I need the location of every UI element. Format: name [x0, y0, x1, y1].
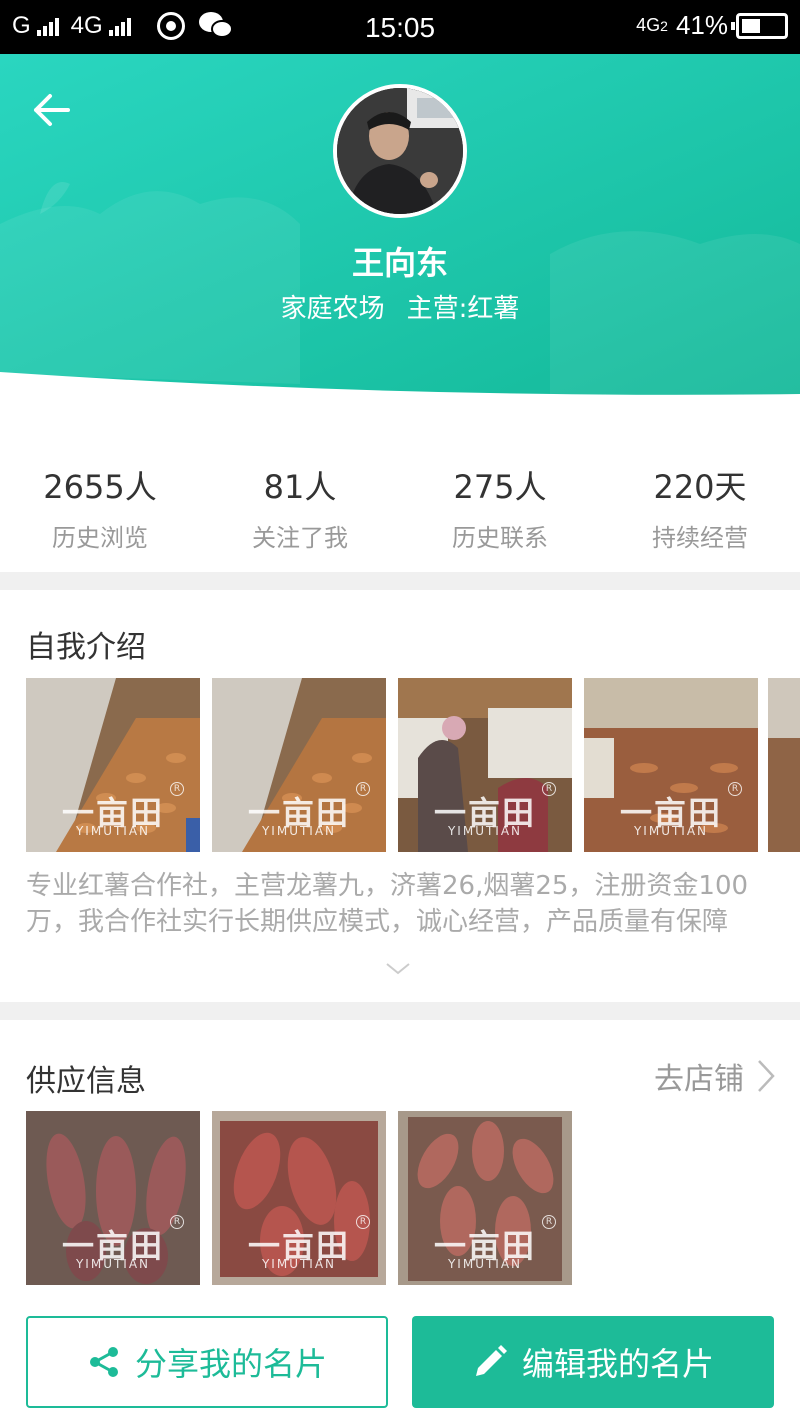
intro-photo[interactable]: 一亩田 YIMUTIAN R — [26, 678, 200, 852]
stat-value: 81人 — [263, 468, 337, 506]
stat-value: 220天 — [653, 468, 747, 506]
watermark-sub: YIMUTIAN — [447, 1257, 523, 1271]
watermark-sub: YIMUTIAN — [75, 824, 151, 838]
edit-card-button[interactable]: 编辑我的名片 — [412, 1316, 774, 1408]
watermark-sub: YIMUTIAN — [261, 1257, 337, 1271]
registered-mark: R — [170, 1215, 184, 1229]
supply-photo[interactable]: 一亩田 YIMUTIAN R — [26, 1111, 200, 1285]
intro-text: 专业红薯合作社，主营龙薯九，济薯26,烟薯25，注册资金100万，我合作社实行长… — [26, 871, 749, 937]
profile-name: 王向东 — [351, 244, 448, 282]
stat-value: 275人 — [453, 468, 547, 506]
stat-label: 持续经营 — [652, 524, 748, 552]
share-button-label: 分享我的名片 — [134, 1345, 327, 1383]
pencil-icon — [475, 1345, 507, 1376]
profile-header: 王向东 家庭农场 主营:红薯 — [0, 54, 800, 404]
watermark-sub: YIMUTIAN — [447, 824, 523, 838]
avatar-photo — [337, 88, 463, 214]
back-arrow-icon[interactable] — [30, 88, 74, 132]
supply-photo[interactable]: 一亩田 YIMUTIAN R — [398, 1111, 572, 1285]
stat-contacts[interactable]: 275人 历史联系 — [400, 462, 600, 553]
watermark-sub: YIMUTIAN — [75, 1257, 151, 1271]
intro-photo[interactable]: 一亩田 YIMUTIAN R — [212, 678, 386, 852]
registered-mark: R — [356, 1215, 370, 1229]
profile-type: 家庭农场 — [280, 294, 385, 324]
supply-photo[interactable]: 一亩田 YIMUTIAN R — [212, 1111, 386, 1285]
share-icon — [89, 1347, 118, 1377]
intro-photo[interactable]: 一亩田 YIMUTIAN R — [398, 678, 572, 852]
watermark-sub: YIMUTIAN — [633, 824, 709, 838]
section-divider — [0, 572, 800, 590]
status-bar: G 4G 15:05 4G2 41% — [0, 0, 800, 54]
stat-label: 历史浏览 — [52, 524, 148, 552]
supply-title: 供应信息 — [26, 1064, 146, 1099]
registered-mark: R — [542, 1215, 556, 1229]
registered-mark: R — [728, 782, 742, 796]
network-indicator: 4G2 — [636, 15, 668, 35]
chevron-down-icon[interactable] — [383, 958, 413, 978]
intro-title: 自我介绍 — [26, 630, 146, 665]
registered-mark: R — [356, 782, 370, 796]
avatar[interactable] — [333, 84, 467, 218]
intro-photo[interactable]: 一亩田 YIMUTIAN R — [584, 678, 758, 852]
stat-label: 历史联系 — [452, 524, 548, 552]
stats-row: 2655人 历史浏览 81人 关注了我 275人 历史联系 220天 持续经营 — [0, 462, 800, 553]
status-right: 4G2 41% — [636, 10, 788, 41]
share-card-button[interactable]: 分享我的名片 — [26, 1316, 388, 1408]
chevron-right-icon — [758, 1060, 775, 1092]
registered-mark: R — [170, 782, 184, 796]
section-divider — [0, 1002, 800, 1020]
battery-icon — [731, 12, 788, 39]
stat-value: 2655人 — [43, 468, 157, 506]
store-link-label: 去店铺 — [654, 1062, 744, 1097]
intro-photo[interactable] — [768, 678, 800, 852]
stat-days[interactable]: 220天 持续经营 — [600, 462, 800, 553]
edit-button-label: 编辑我的名片 — [521, 1345, 714, 1383]
profile-business: 主营:红薯 — [406, 294, 520, 324]
watermark-sub: YIMUTIAN — [261, 824, 337, 838]
go-to-store-link[interactable]: 去店铺 — [654, 1054, 776, 1098]
stat-followers[interactable]: 81人 关注了我 — [200, 462, 400, 553]
profile-subtitle: 家庭农场 主营:红薯 — [0, 288, 800, 325]
battery-percent: 41% — [675, 10, 728, 40]
stat-label: 关注了我 — [252, 524, 348, 552]
registered-mark: R — [542, 782, 556, 796]
stat-views[interactable]: 2655人 历史浏览 — [0, 462, 200, 553]
